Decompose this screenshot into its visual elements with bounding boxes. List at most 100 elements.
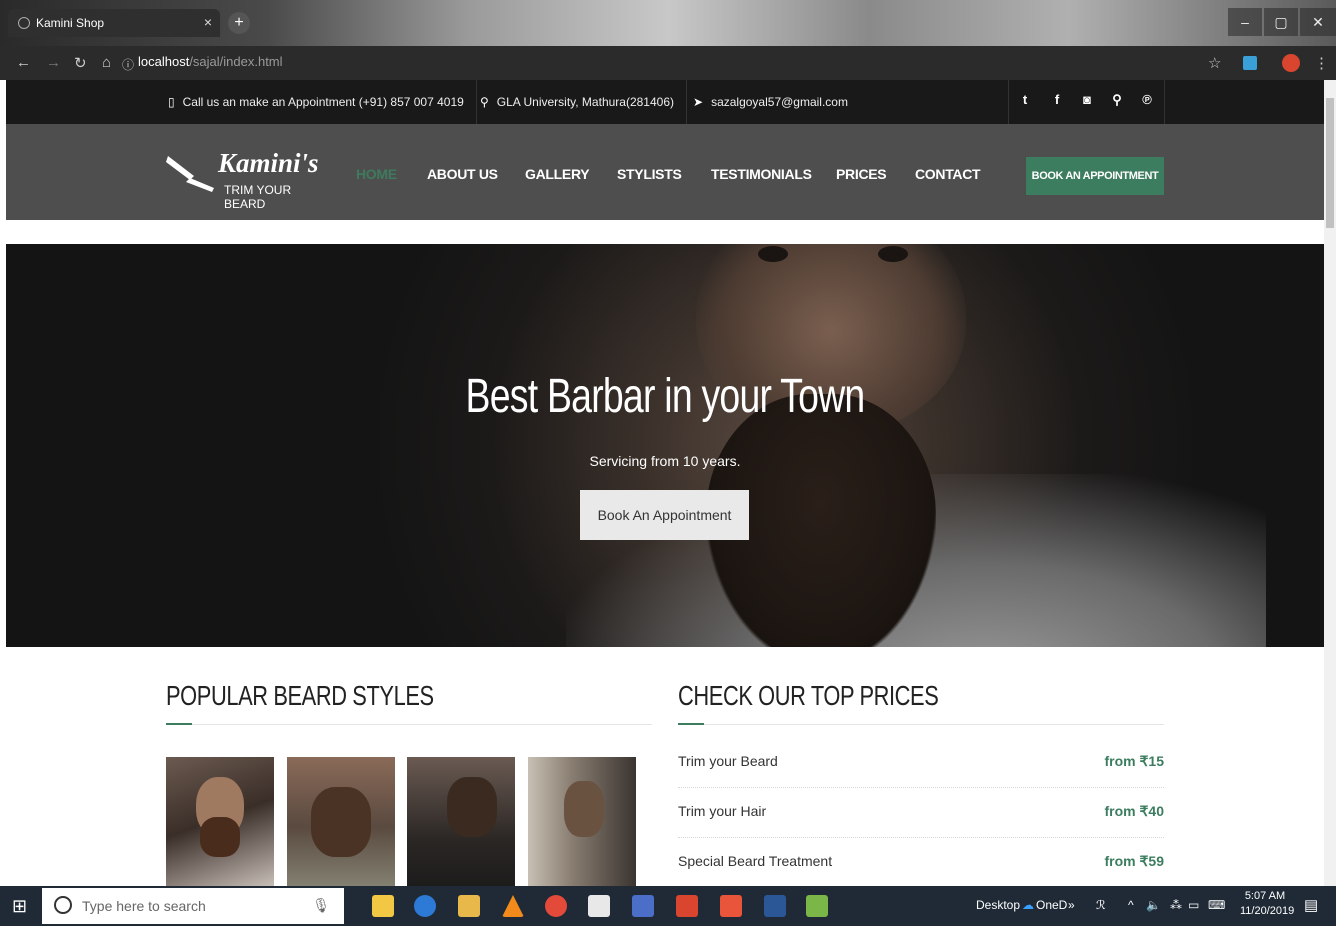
browser-tab-strip: Kamini Shop × + – ▢ ✕ [0,0,1336,46]
thumb-beard-shape [311,787,371,857]
site-header: Kamini's TRIM YOUR BEARD HOME ABOUT US G… [6,124,1324,220]
clock-time: 5:07 AM [1244,890,1286,902]
onedrive-label[interactable]: OneD [1036,898,1067,912]
phone-icon: ▯ [168,95,175,109]
page-viewport: ▯ Call us an make an Appointment (+91) 8… [6,80,1324,886]
new-tab-button[interactable]: + [228,12,250,34]
vlc-icon[interactable] [502,895,524,917]
price-value: from ₹15 [1104,753,1164,769]
app-w-icon[interactable] [632,895,654,917]
map-marker-icon: ⚲ [480,95,489,109]
phone-info: ▯ Call us an make an Appointment (+91) 8… [156,80,477,124]
beard-style-thumb[interactable] [407,757,515,886]
top-info-bar: ▯ Call us an make an Appointment (+91) 8… [6,80,1324,124]
book-appointment-button[interactable]: BOOK AN APPOINTMENT [1026,157,1164,195]
email-info: ➤ sazalgoyal57@gmail.com [681,80,860,124]
search-placeholder: Type here to search [82,898,206,914]
instagram-icon[interactable]: ◙ [1078,92,1096,107]
address-text: GLA University, Mathura(281406) [496,95,674,109]
clock-date: 11/20/2019 [1240,905,1295,917]
map-pin-icon[interactable]: ⚲ [1108,92,1126,108]
home-icon[interactable]: ⌂ [102,54,111,71]
scrollbar-thumb[interactable] [1326,98,1334,228]
email-text[interactable]: sazalgoyal57@gmail.com [711,95,848,109]
nav-about-us[interactable]: ABOUT US [427,166,498,182]
chrome-icon[interactable] [545,895,567,917]
forward-icon[interactable]: → [46,54,61,71]
nav-prices[interactable]: PRICES [836,166,887,182]
reload-icon[interactable]: ↻ [74,54,87,72]
extension-icon[interactable] [1243,56,1257,70]
nav-testimonials[interactable]: TESTIMONIALS [711,166,812,182]
cortana-icon [54,896,72,914]
chrome-profile-icon[interactable] [676,895,698,917]
paint-icon[interactable] [806,895,828,917]
maximize-button[interactable]: ▢ [1264,8,1298,36]
action-center-icon[interactable]: ▤ [1304,896,1318,914]
store-icon[interactable] [372,895,394,917]
bookmark-star-icon[interactable]: ☆ [1208,54,1221,72]
desktop-toolbar-label[interactable]: Desktop [976,898,1020,912]
address-info: ⚲ GLA University, Mathura(281406) [468,80,687,124]
logo-tagline: TRIM YOUR BEARD [224,183,292,211]
razor-icon [166,156,214,192]
styles-title-accent [166,723,192,725]
nav-gallery[interactable]: GALLERY [525,166,590,182]
word-icon[interactable] [764,895,786,917]
xampp-icon[interactable] [720,895,742,917]
windows-start-icon[interactable]: ⊞ [12,896,27,917]
browser-menu-icon[interactable]: ⋮ [1314,54,1329,72]
file-explorer-icon[interactable] [458,895,480,917]
browser-tab[interactable]: Kamini Shop × [8,9,220,37]
toolbar-overflow-icon[interactable]: » [1068,898,1075,912]
tray-expand-icon[interactable]: ^ [1128,898,1134,912]
windows-taskbar: ⊞ Type here to search 🎙 Desktop ☁ OneD »… [0,886,1336,926]
profile-avatar[interactable] [1282,54,1300,72]
paper-plane-icon: ➤ [693,95,704,109]
url-path: /sajal/index.html [189,54,283,69]
prices-title-accent [678,723,704,725]
nav-contact[interactable]: CONTACT [915,166,981,182]
price-label: Special Beard Treatment [678,853,833,869]
styles-title-rule [166,724,652,725]
onedrive-cloud-icon[interactable]: ☁ [1022,898,1034,912]
tab-favicon-icon [18,17,30,29]
thumb-beard-shape [200,817,240,857]
prices-title-rule [678,724,1164,725]
battery-icon[interactable]: ▭ [1188,898,1199,912]
twitter-icon[interactable]: t [1016,92,1034,107]
price-label: Trim your Beard [678,753,778,769]
network-icon[interactable]: ⁂ [1170,898,1182,912]
beard-style-thumb[interactable] [166,757,274,886]
hero-banner: Best Barbar in your Town Servicing from … [6,244,1324,647]
beard-style-thumb[interactable] [528,757,636,886]
beard-style-thumb[interactable] [287,757,395,886]
microphone-icon[interactable]: 🎙 [312,897,330,914]
phone-text: Call us an make an Appointment (+91) 857… [182,95,464,109]
minimize-button[interactable]: – [1228,8,1262,36]
hero-eye-right [878,246,908,262]
url-field[interactable]: localhost/sajal/index.html [138,54,283,69]
site-logo[interactable]: Kamini's TRIM YOUR BEARD [164,148,324,211]
pinterest-icon[interactable]: ℗ [1138,92,1156,107]
keyboard-icon[interactable]: ⌨ [1208,898,1225,912]
nav-home[interactable]: HOME [356,166,397,182]
edge-browser-icon[interactable] [414,895,436,917]
page-scrollbar[interactable] [1324,80,1336,886]
taskbar-search-field[interactable]: Type here to search 🎙 [42,888,344,924]
volume-icon[interactable]: 🔈 [1146,898,1161,912]
nav-stylists[interactable]: STYLISTS [617,166,682,182]
tab-title: Kamini Shop [36,16,105,30]
close-window-button[interactable]: ✕ [1300,8,1336,36]
price-value: from ₹59 [1104,853,1164,869]
logo-name: Kamini's [218,148,319,178]
price-row: Special Beard Treatment from ₹59 [678,838,1164,886]
back-icon[interactable]: ← [16,54,31,71]
hero-book-button[interactable]: Book An Appointment [580,490,749,540]
people-icon[interactable]: ℛ [1096,898,1106,912]
mail-icon[interactable] [588,895,610,917]
tab-close-icon[interactable]: × [204,14,212,30]
clock[interactable]: 5:07 AM 11/20/2019 [1240,890,1295,917]
facebook-icon[interactable]: f [1048,92,1066,107]
info-icon[interactable]: ⓘ [122,56,134,73]
